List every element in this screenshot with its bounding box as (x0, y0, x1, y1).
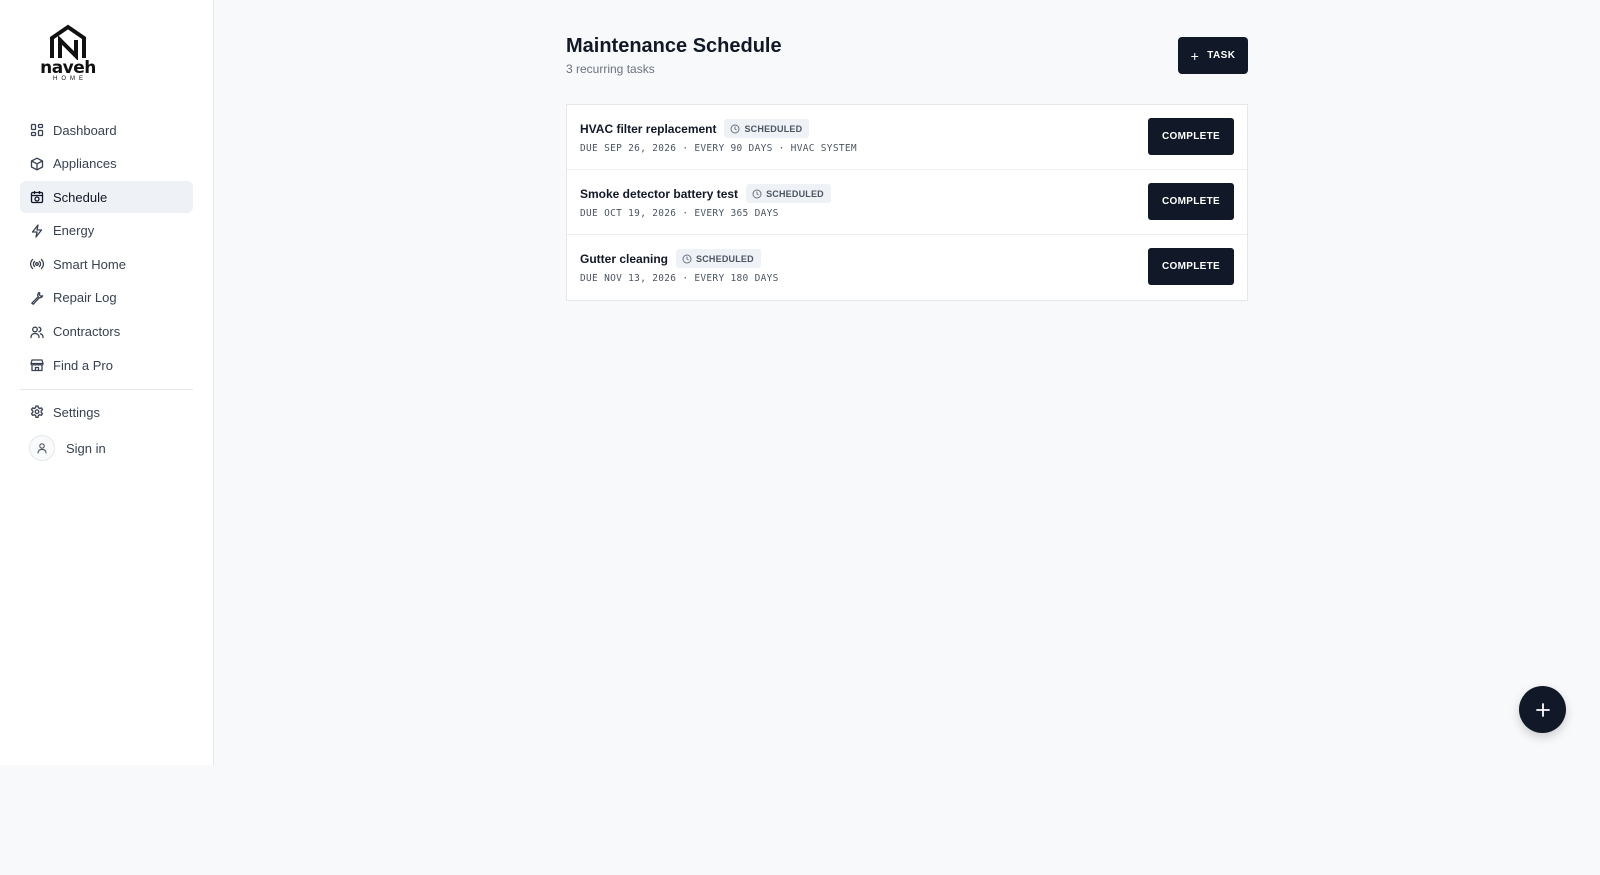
sidebar-item-label: Energy (53, 223, 95, 239)
task-name: Gutter cleaning (580, 251, 669, 266)
page-subtitle: 3 recurring tasks (566, 62, 655, 76)
status-label: SCHEDULED (696, 253, 754, 264)
sidebar-item-label: Smart Home (53, 256, 126, 272)
task-meta: DUE OCT 19, 2026 · EVERY 365 DAYS (580, 208, 779, 219)
sidebar-item-label: Schedule (53, 189, 108, 205)
task-meta: DUE SEP 26, 2026 · EVERY 90 DAYS · HVAC … (580, 143, 857, 154)
sidebar-item-find-a-pro[interactable]: Find a Pro (20, 349, 193, 381)
task-row: HVAC filter replacement SCHEDULED DUE SE… (567, 105, 1247, 170)
main-content: Maintenance Schedule 3 recurring tasks +… (566, 34, 1248, 301)
grid-icon (30, 123, 44, 137)
task-name: Smoke detector battery test (580, 186, 739, 201)
wrench-icon (30, 291, 44, 305)
page-title: Maintenance Schedule (566, 35, 782, 57)
add-task-label: TASK (1207, 50, 1236, 61)
sign-in-button[interactable]: Sign in (20, 430, 193, 466)
brand-tagline: HOME (53, 76, 87, 82)
sidebar-item-repair-log[interactable]: Repair Log (20, 282, 193, 314)
sidebar-item-dashboard[interactable]: Dashboard (20, 114, 193, 146)
plus-icon (1535, 702, 1550, 717)
store-icon (30, 358, 44, 372)
complete-button[interactable]: COMPLETE (1148, 118, 1234, 155)
user-icon (37, 443, 47, 454)
sidebar-item-settings[interactable]: Settings (20, 396, 193, 428)
complete-button[interactable]: COMPLETE (1148, 183, 1234, 220)
clock-icon (730, 124, 740, 134)
users-icon (30, 325, 44, 339)
sign-in-label: Sign in (66, 440, 106, 456)
clock-icon (752, 189, 762, 199)
sidebar-nav: Dashboard Appliances Schedule Energy Sma… (20, 114, 193, 466)
sidebar-item-schedule[interactable]: Schedule (20, 181, 193, 214)
sidebar-item-label: Dashboard (53, 122, 117, 138)
sidebar-item-label: Find a Pro (53, 357, 113, 373)
clock-icon (682, 254, 692, 264)
status-label: SCHEDULED (766, 188, 824, 199)
task-list: HVAC filter replacement SCHEDULED DUE SE… (566, 104, 1248, 301)
avatar (29, 435, 55, 462)
sidebar-item-label: Contractors (53, 324, 121, 340)
sidebar: naveh HOME Dashboard Appliances Schedule (0, 0, 214, 765)
sidebar-item-smart-home[interactable]: Smart Home (20, 248, 193, 280)
task-row: Gutter cleaning SCHEDULED DUE NOV 13, 20… (567, 235, 1247, 300)
bolt-icon (30, 224, 44, 238)
task-name: HVAC filter replacement (580, 121, 717, 136)
sidebar-item-label: Repair Log (53, 290, 117, 306)
sidebar-divider (20, 389, 193, 391)
plus-icon: + (1190, 47, 1200, 64)
sidebar-item-energy[interactable]: Energy (20, 215, 193, 247)
status-badge: SCHEDULED (746, 184, 831, 203)
brand-name: naveh (40, 58, 96, 78)
sidebar-item-label: Settings (53, 404, 100, 420)
complete-button[interactable]: COMPLETE (1148, 248, 1234, 285)
gear-icon (30, 405, 44, 419)
task-meta: DUE NOV 13, 2026 · EVERY 180 DAYS (580, 273, 779, 284)
box-icon (30, 157, 44, 171)
sidebar-item-contractors[interactable]: Contractors (20, 316, 193, 348)
calendar-clock-icon (30, 190, 44, 204)
brand-logo[interactable]: naveh HOME (38, 24, 98, 86)
house-n-logo-icon (50, 24, 86, 60)
status-label: SCHEDULED (744, 123, 803, 134)
task-row: Smoke detector battery test SCHEDULED DU… (567, 170, 1247, 235)
add-task-button[interactable]: + TASK (1178, 37, 1248, 74)
status-badge: SCHEDULED (676, 249, 761, 268)
radio-icon (30, 257, 44, 271)
sidebar-item-label: Appliances (53, 156, 117, 172)
sidebar-item-appliances[interactable]: Appliances (20, 148, 193, 180)
floating-add-button[interactable] (1519, 686, 1566, 733)
status-badge: SCHEDULED (724, 119, 810, 138)
